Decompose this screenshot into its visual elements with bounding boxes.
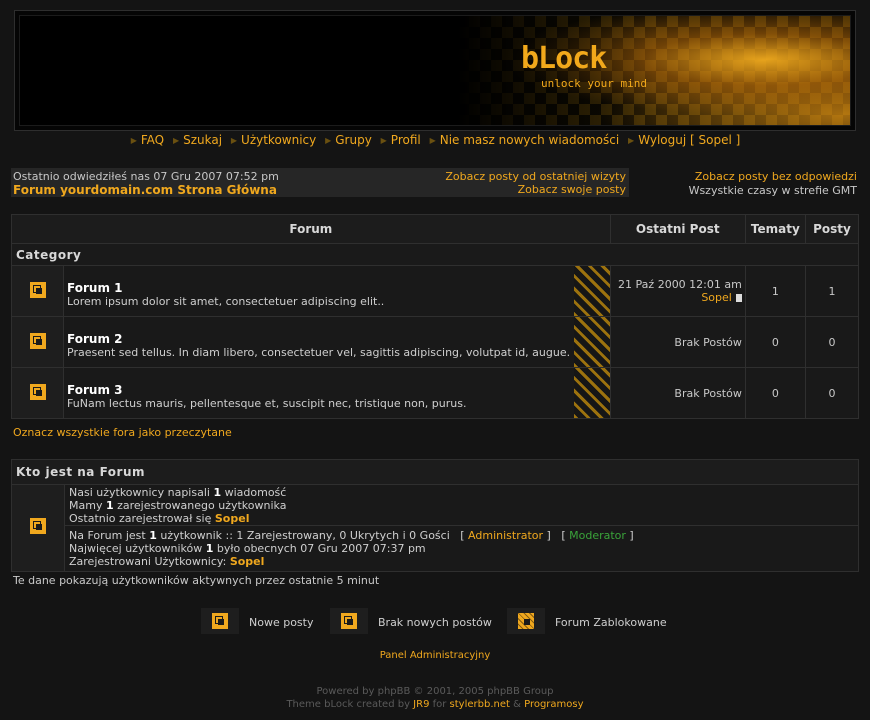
mark-all-read-link[interactable]: Oznacz wszystkie fora jako przeczytane <box>13 426 232 439</box>
timezone-text: Wszystkie czasy w strefie GMT <box>688 184 857 197</box>
table-row: Forum 1 Lorem ipsum dolor sit amet, cons… <box>10 265 860 317</box>
topic-count: 1 <box>744 265 806 317</box>
last-post-author-link[interactable]: Sopel <box>701 291 732 304</box>
legend-no-new-posts-label: Brak nowych postów <box>378 616 492 629</box>
nav-messages[interactable]: Nie masz nowych wiadomości <box>440 133 619 147</box>
administrator-legend: Administrator <box>468 529 544 542</box>
last-post-date: 21 Paź 2000 12:01 am <box>618 278 742 291</box>
forum-title-link[interactable]: Forum 3 <box>67 383 610 397</box>
newest-user-line: Ostatnio zarejestrował się Sopel <box>69 512 250 525</box>
registered-users-line: Zarejestrowani Użytkownicy: Sopel <box>69 555 265 568</box>
banner-artwork <box>458 16 850 125</box>
banner-frame <box>19 15 851 126</box>
topic-count: 0 <box>744 316 806 368</box>
stats-block: Nasi użytkownicy napisali 1 wiadomość Ma… <box>65 485 858 526</box>
category-title[interactable]: Category <box>12 248 81 262</box>
post-count: 0 <box>804 316 860 368</box>
info-right-block: Zobacz posty bez odpowiedzi Wszystkie cz… <box>689 170 857 198</box>
post-count: 1 <box>804 265 860 317</box>
site-logo-subtitle: unlock your mind <box>541 77 647 90</box>
no-new-posts-icon <box>341 613 357 629</box>
who-icon-cell <box>12 485 65 571</box>
last-visit-text: Ostatnio odwiedziłeś nas 07 Gru 2007 07:… <box>13 170 279 183</box>
legend-locked-label: Forum Zablokowane <box>555 616 667 629</box>
programosy-link[interactable]: Programosy <box>524 699 583 710</box>
record-users-line: Najwięcej użytkowników 1 było obecnych 0… <box>69 542 426 555</box>
topic-count: 0 <box>744 367 806 419</box>
latest-post-icon[interactable] <box>735 294 742 302</box>
jr9-link[interactable]: JR9 <box>413 699 429 710</box>
theme-credit-line: Theme bLock created by JR9 for stylerbb.… <box>286 699 584 710</box>
nav-bullet-icon: ▶ <box>172 136 180 145</box>
forum-description: Lorem ipsum dolor sit amet, consectetuer… <box>67 295 385 308</box>
decorative-stripes <box>573 368 610 418</box>
forum-description: FuNam lectus mauris, pellentesque et, su… <box>67 397 467 410</box>
online-user-link[interactable]: Sopel <box>230 555 265 568</box>
online-block: Na Forum jest 1 użytkownik :: 1 Zarejest… <box>65 526 858 571</box>
new-posts-icon <box>212 613 228 629</box>
nav-groups[interactable]: Grupy <box>335 133 372 147</box>
footer: Powered by phpBB © 2001, 2005 phpBB Grou… <box>0 685 870 711</box>
moderator-legend: Moderator <box>569 529 626 542</box>
nav-members[interactable]: Użytkownicy <box>241 133 316 147</box>
forum-index-link[interactable]: Forum yourdomain.com Strona Główna <box>13 183 277 197</box>
forum-new-posts-icon <box>29 281 46 298</box>
nav-logout[interactable]: Wyloguj [ Sopel ] <box>638 133 740 147</box>
posts-since-last-visit-link[interactable]: Zobacz posty od ostatniej wizyty <box>445 170 626 183</box>
total-posts-line: Nasi użytkownicy napisali 1 wiadomość <box>69 486 287 499</box>
nav-bullet-icon: ▶ <box>325 136 332 145</box>
online-users-line: Na Forum jest 1 użytkownik :: 1 Zarejest… <box>69 529 634 542</box>
header-posts: Posty <box>804 214 860 244</box>
newest-user-link[interactable]: Sopel <box>215 512 250 525</box>
nav-bullet-icon: ▶ <box>429 136 436 145</box>
site-logo-title: bLock <box>521 41 607 76</box>
decorative-stripes <box>573 317 610 367</box>
admin-panel-link[interactable]: Panel Administracyjny <box>0 650 870 661</box>
nav-profile[interactable]: Profil <box>391 133 421 147</box>
nav-bullet-icon: ▶ <box>130 136 137 145</box>
table-row: Forum 3 FuNam lectus mauris, pellentesqu… <box>10 367 860 419</box>
nav-bullet-icon: ▶ <box>628 136 635 145</box>
powered-by-text: Powered by phpBB © 2001, 2005 phpBB Grou… <box>316 686 554 697</box>
nav-bullet-icon: ▶ <box>230 136 238 145</box>
who-is-online-panel: Kto jest na Forum Nasi użytkownicy napis… <box>11 459 859 572</box>
locked-forum-icon <box>518 613 534 629</box>
header-last-post: Ostatni Post <box>609 214 746 244</box>
your-posts-link[interactable]: Zobacz swoje posty <box>518 183 626 196</box>
forum-title-link[interactable]: Forum 1 <box>67 281 610 295</box>
unanswered-posts-link[interactable]: Zobacz posty bez odpowiedzi <box>689 170 857 184</box>
active-users-note: Te dane pokazują użytkowników aktywnych … <box>13 574 380 587</box>
table-row: Forum 2 Praesent sed tellus. In diam lib… <box>10 316 860 368</box>
forum-new-posts-icon <box>29 332 46 349</box>
main-navigation: ▶ FAQ ▶ Szukaj ▶ Użytkownicy ▶ Grupy ▶ Profil… <box>0 133 870 147</box>
legend-new-posts-label: Nowe posty <box>249 616 314 629</box>
forum-description: Praesent sed tellus. In diam libero, con… <box>67 346 571 359</box>
stylerbb-link[interactable]: stylerbb.net <box>450 699 510 710</box>
total-users-line: Mamy 1 zarejestrowanego użytkownika <box>69 499 287 512</box>
last-post-empty: Brak Postów <box>609 367 746 419</box>
header-banner: bLock unlock your mind <box>14 10 856 131</box>
nav-bullet-icon: ▶ <box>380 136 387 145</box>
who-is-online-title[interactable]: Kto jest na Forum <box>12 460 858 485</box>
header-topics: Tematy <box>744 214 806 244</box>
forum-title-link[interactable]: Forum 2 <box>67 332 610 346</box>
nav-search[interactable]: Szukaj <box>183 133 222 147</box>
nav-faq[interactable]: FAQ <box>141 133 164 147</box>
post-count: 0 <box>804 367 860 419</box>
decorative-stripes <box>573 266 610 316</box>
forum-new-posts-icon <box>29 383 46 400</box>
forum-table: Forum Ostatni Post Tematy Posty Category… <box>10 214 860 419</box>
who-is-online-icon <box>30 518 46 534</box>
header-forum: Forum <box>11 214 611 244</box>
last-post-empty: Brak Postów <box>609 316 746 368</box>
